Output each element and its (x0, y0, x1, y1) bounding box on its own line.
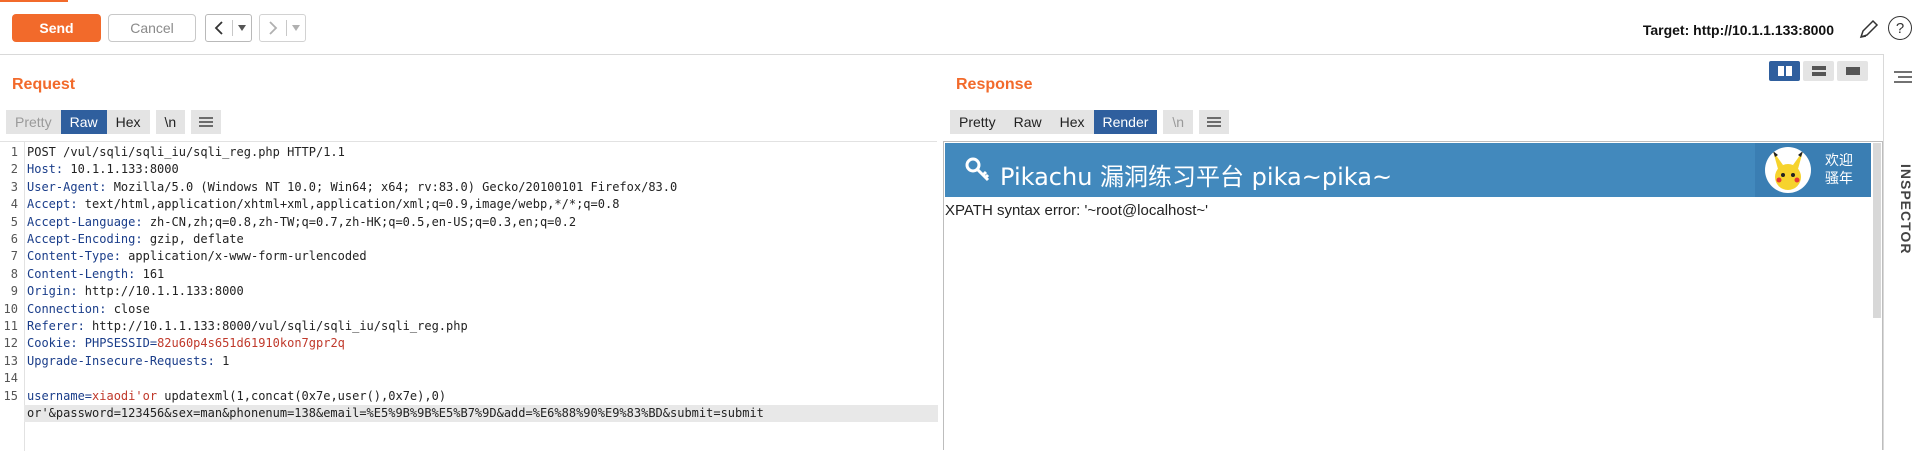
tab-newline[interactable]: \n (155, 110, 186, 134)
menu-icon[interactable] (191, 110, 222, 134)
key-icon (965, 157, 991, 183)
layout-switcher (1769, 61, 1868, 81)
pencil-icon[interactable] (1858, 18, 1880, 40)
user-area: 欢迎 骚年 (1755, 143, 1871, 197)
target-label: Target: http://10.1.1.133:8000 (1642, 22, 1834, 38)
layout-stacked-icon[interactable] (1803, 61, 1834, 81)
request-title: Request (12, 76, 76, 93)
site-title: Pikachu 漏洞练习平台 pika~pika~ (1000, 163, 1393, 191)
response-tabs: Pretty Raw Hex Render \n (950, 110, 1230, 134)
dropdown-arrow-icon[interactable] (233, 15, 251, 41)
pikachu-header: Pikachu 漏洞练习平台 pika~pika~ 欢迎 骚年 (945, 143, 1871, 197)
tab-newline[interactable]: \n (1163, 110, 1194, 134)
toolbar: Send Cancel Target: http://10.1.1.133:80… (0, 2, 1920, 55)
help-icon[interactable]: ? (1888, 16, 1912, 40)
error-message: XPATH syntax error: '~root@localhost~' (945, 202, 1208, 219)
tab-pretty[interactable]: Pretty (950, 110, 1005, 134)
tab-raw[interactable]: Raw (1004, 110, 1051, 134)
layout-single-icon[interactable] (1837, 61, 1868, 81)
send-button[interactable]: Send (12, 14, 101, 42)
chevron-left-icon[interactable] (206, 15, 232, 41)
pikachu-avatar (1765, 147, 1811, 193)
layout-split-icon[interactable] (1769, 61, 1800, 81)
menu-icon[interactable] (1894, 70, 1912, 86)
response-title: Response (956, 76, 1033, 93)
request-editor[interactable]: 1 POST /vul/sqli/sqli_iu/sqli_reg.php HTT… (0, 141, 938, 451)
tab-raw[interactable]: Raw (60, 110, 107, 134)
history-forward-group[interactable] (259, 14, 306, 42)
scrollbar[interactable] (1873, 143, 1881, 318)
tab-hex[interactable]: Hex (1050, 110, 1094, 134)
tab-render[interactable]: Render (1093, 110, 1158, 134)
chevron-right-icon[interactable] (260, 15, 286, 41)
request-tabs: Pretty Raw Hex \n (6, 110, 222, 134)
inspector-label[interactable]: INSPECTOR (1898, 164, 1914, 254)
history-back-group[interactable] (205, 14, 252, 42)
tab-pretty[interactable]: Pretty (6, 110, 61, 134)
tab-hex[interactable]: Hex (106, 110, 150, 134)
cancel-button[interactable]: Cancel (108, 14, 196, 42)
inspector-panel[interactable]: INSPECTOR (1883, 54, 1920, 450)
welcome-text: 欢迎 骚年 (1825, 152, 1853, 186)
menu-icon[interactable] (1199, 110, 1230, 134)
render-view[interactable]: Pikachu 漏洞练习平台 pika~pika~ 欢迎 骚年 XPATH sy… (943, 141, 1883, 450)
dropdown-arrow-icon[interactable] (287, 15, 305, 41)
